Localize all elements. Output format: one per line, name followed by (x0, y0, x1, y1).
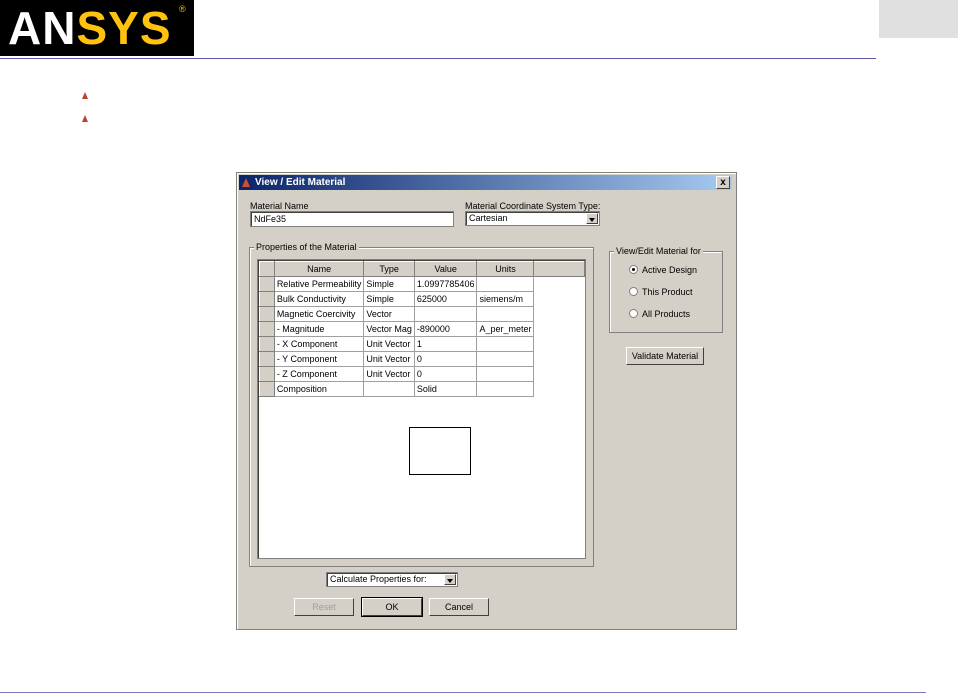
cell-type[interactable]: Unit Vector (363, 351, 415, 367)
cell-units[interactable] (476, 351, 535, 367)
logo-text-an: AN (8, 2, 77, 54)
row-selector[interactable] (259, 321, 275, 337)
cell-type[interactable]: Unit Vector (363, 366, 415, 382)
cell-name: - Magnitude (273, 321, 365, 337)
bullet-icon (82, 92, 88, 99)
cancel-button[interactable]: Cancel (429, 598, 489, 616)
column-header-extra (533, 261, 585, 277)
header-divider (0, 58, 876, 59)
view-edit-material-dialog: View / Edit Material x Material Name NdF… (236, 172, 737, 630)
radio-label-active-design[interactable]: Active Design (642, 265, 697, 275)
cell-units[interactable] (476, 336, 535, 352)
cell-units[interactable]: A_per_meter (476, 321, 535, 337)
ansys-logo: ANSYS ® (0, 0, 194, 56)
close-button[interactable]: x (716, 176, 730, 189)
table-row[interactable]: Magnetic Coercivity Vector (259, 306, 585, 322)
cell-type[interactable]: Simple (363, 291, 415, 307)
ansys-app-icon (242, 178, 250, 187)
logo-text-sys: SYS (76, 2, 172, 54)
chevron-down-icon (447, 579, 453, 583)
table-row[interactable]: - Z Component Unit Vector 0 (259, 366, 585, 382)
table-row[interactable]: Bulk Conductivity Simple 625000 siemens/… (259, 291, 585, 307)
vector-value-highlight (409, 427, 471, 475)
cell-value[interactable] (413, 306, 478, 322)
footer-divider (0, 692, 926, 693)
cell-value[interactable]: Solid (413, 381, 478, 397)
chevron-down-icon (589, 218, 595, 222)
dialog-title: View / Edit Material (255, 177, 346, 188)
row-selector[interactable] (259, 336, 275, 352)
material-name-label: Material Name (250, 201, 309, 211)
row-selector[interactable] (259, 366, 275, 382)
material-name-input[interactable]: NdFe35 (250, 211, 454, 227)
cell-units[interactable] (476, 366, 535, 382)
table-row[interactable]: - Y Component Unit Vector 0 (259, 351, 585, 367)
cell-units[interactable] (476, 276, 535, 292)
row-selector[interactable] (259, 306, 275, 322)
table-row[interactable]: Relative Permeability Simple 1.099778540… (259, 276, 585, 292)
cell-name: - Z Component (273, 366, 365, 382)
dropdown-button[interactable] (586, 213, 598, 224)
cell-name: - Y Component (273, 351, 365, 367)
cell-type[interactable] (363, 381, 415, 397)
row-selector[interactable] (259, 276, 275, 292)
radio-active-design[interactable] (629, 265, 638, 274)
radio-all-products[interactable] (629, 309, 638, 318)
dialog-titlebar[interactable]: View / Edit Material x (239, 175, 732, 190)
cell-name: Magnetic Coercivity (273, 306, 365, 322)
cell-value[interactable]: 1 (413, 336, 478, 352)
radio-label-this-product[interactable]: This Product (642, 287, 693, 297)
row-selector[interactable] (259, 381, 275, 397)
properties-table: Name Type Value Units Relative Permeabil… (259, 261, 585, 397)
cell-units[interactable]: siemens/m (476, 291, 535, 307)
row-selector-header (259, 261, 275, 277)
dropdown-button[interactable] (444, 574, 456, 585)
table-header-row: Name Type Value Units (259, 261, 585, 277)
cell-name: Bulk Conductivity (273, 291, 365, 307)
properties-group-title: Properties of the Material (254, 242, 359, 253)
properties-grid[interactable]: Name Type Value Units Relative Permeabil… (257, 259, 586, 559)
column-header-type[interactable]: Type (363, 261, 415, 277)
cell-type[interactable]: Unit Vector (363, 336, 415, 352)
coord-system-label: Material Coordinate System Type: (465, 201, 601, 211)
bullet-icon (82, 115, 88, 122)
table-row[interactable]: - X Component Unit Vector 1 (259, 336, 585, 352)
calculate-properties-select[interactable]: Calculate Properties for: (326, 572, 458, 587)
coord-system-select[interactable]: Cartesian (465, 211, 600, 226)
cell-units[interactable] (476, 306, 535, 322)
column-header-name[interactable]: Name (273, 261, 365, 277)
coord-system-value: Cartesian (469, 213, 508, 223)
cell-units[interactable] (476, 381, 535, 397)
view-edit-for-title: View/Edit Material for (614, 246, 703, 257)
corner-box (879, 0, 958, 38)
cell-name: Composition (273, 381, 365, 397)
ok-button[interactable]: OK (361, 597, 423, 617)
column-header-units[interactable]: Units (476, 261, 535, 277)
cell-name: - X Component (273, 336, 365, 352)
row-selector[interactable] (259, 351, 275, 367)
validate-material-button[interactable]: Validate Material (626, 347, 704, 365)
reset-button[interactable]: Reset (294, 598, 354, 616)
table-row[interactable]: Composition Solid (259, 381, 585, 397)
table-row[interactable]: - Magnitude Vector Mag -890000 A_per_met… (259, 321, 585, 337)
column-header-value[interactable]: Value (413, 261, 478, 277)
row-selector[interactable] (259, 291, 275, 307)
logo-registered-mark: ® (179, 4, 186, 14)
cell-name: Relative Permeability (273, 276, 365, 292)
cell-value[interactable]: 0 (413, 366, 478, 382)
cell-type[interactable]: Simple (363, 276, 415, 292)
radio-label-all-products[interactable]: All Products (642, 309, 690, 319)
cell-value[interactable]: 1.0997785406 (413, 276, 478, 292)
cell-value[interactable]: -890000 (413, 321, 478, 337)
calculate-properties-value: Calculate Properties for: (330, 574, 427, 584)
cell-value[interactable]: 0 (413, 351, 478, 367)
cell-type[interactable]: Vector Mag (363, 321, 415, 337)
radio-this-product[interactable] (629, 287, 638, 296)
cell-value[interactable]: 625000 (413, 291, 478, 307)
cell-type[interactable]: Vector (363, 306, 415, 322)
